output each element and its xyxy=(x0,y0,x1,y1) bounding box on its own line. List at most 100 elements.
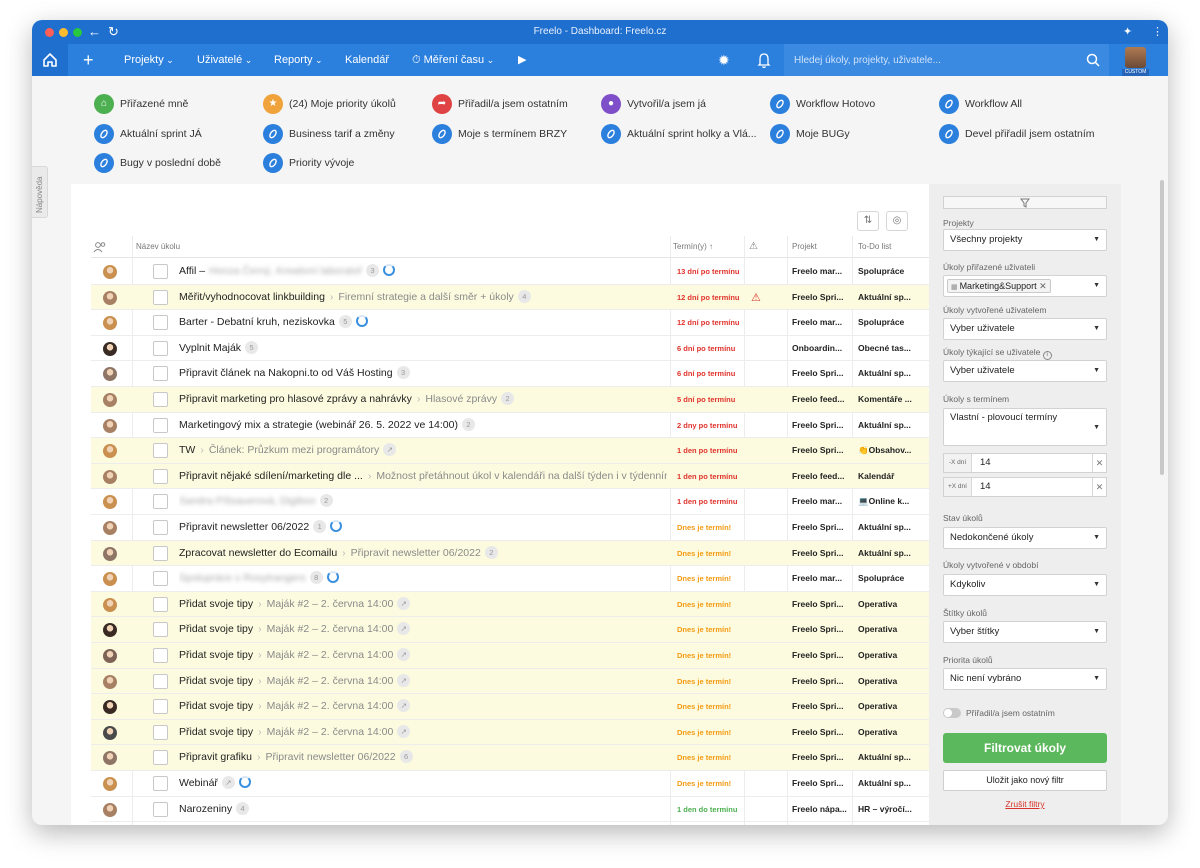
user-avatar[interactable] xyxy=(1125,47,1146,68)
project-link[interactable]: Freelo Spri... xyxy=(792,541,852,566)
task-row[interactable]: Připravit grafiku › Připravit newsletter 0… xyxy=(91,745,929,771)
assignee-avatar[interactable] xyxy=(103,393,117,407)
task-title[interactable]: TW xyxy=(179,444,195,456)
task-checkbox[interactable] xyxy=(153,571,168,587)
project-link[interactable]: Freelo feed... xyxy=(792,387,852,412)
task-row[interactable]: Vyplnit Maják 5 6 dní po termínu Onboardin.… xyxy=(91,336,929,362)
task-name-cell[interactable]: Zpracovat newsletter do Ecomailu › Připrav… xyxy=(179,541,667,566)
assignee-avatar[interactable] xyxy=(103,572,117,587)
clear-minus-days-icon[interactable]: ✕ xyxy=(1092,454,1106,472)
task-checkbox[interactable] xyxy=(153,315,168,331)
plus-days-value[interactable]: 14 xyxy=(980,478,991,496)
task-name-cell[interactable]: Přidat svoje tipy › Maják #2 – 2. června 1… xyxy=(179,669,667,694)
task-name-cell[interactable]: Vyplnit Maják 5 xyxy=(179,336,667,361)
notifications-button[interactable] xyxy=(757,44,771,76)
assignee-avatar[interactable] xyxy=(103,265,117,279)
nav-reports[interactable]: Reporty ⌄ xyxy=(274,44,323,76)
parent-task-label[interactable]: Připravit newsletter 06/2022 xyxy=(351,547,481,559)
task-checkbox[interactable] xyxy=(153,776,168,791)
project-link[interactable]: Freelo mar... xyxy=(792,489,852,514)
project-link[interactable]: Freelo Spri... xyxy=(792,285,852,310)
task-name-cell[interactable]: Spolupráce s Rosytrangers 8 xyxy=(179,566,667,591)
task-checkbox[interactable] xyxy=(153,289,168,305)
column-header-due[interactable]: Termín(y) ↑ xyxy=(673,236,713,258)
column-header-todo[interactable]: To-Do list xyxy=(858,236,891,258)
task-row[interactable]: Barter - Debatní kruh, neziskovka 5 12 dní… xyxy=(91,310,929,336)
extensions-icon[interactable]: ✦ xyxy=(1123,24,1132,40)
nav-calendar[interactable]: Kalendář xyxy=(345,44,389,76)
todo-list-link[interactable]: Aktuální sp... xyxy=(858,771,915,796)
related-user-select[interactable]: Vyber uživatele ▼ xyxy=(943,360,1107,382)
task-checkbox[interactable] xyxy=(153,520,168,535)
task-title[interactable]: Zpracovat newsletter do Ecomailu xyxy=(179,547,337,559)
task-row[interactable]: Narozeniny 4 1 den do termínu Freelo nápa..… xyxy=(91,797,929,823)
settings-button[interactable]: ✹ xyxy=(718,44,730,76)
open-link-icon[interactable]: ↗ xyxy=(383,443,397,457)
task-title[interactable]: Připravit nějaké sdílení/marketing dle .… xyxy=(179,470,363,482)
task-row[interactable]: Připravit marketing pro hlasové zprávy a… xyxy=(91,387,929,413)
assignee-avatar[interactable] xyxy=(103,290,117,305)
task-name-cell[interactable]: Přidat svoje tipy › Maják #2 – 2. června 1… xyxy=(179,694,667,719)
task-row[interactable]: Přidat svoje tipy › Maják #2 – 2. června 1… xyxy=(91,617,929,643)
task-name-cell[interactable]: Marketingový mix a strategie (webinář 26… xyxy=(179,413,667,438)
parent-task-label[interactable]: Článek: Průzkum mezi programátory xyxy=(209,444,379,456)
info-icon[interactable]: i xyxy=(1042,351,1052,360)
project-link[interactable]: Freelo nápa... xyxy=(792,797,852,822)
task-title[interactable]: Barter - Debatní kruh, neziskovka xyxy=(179,316,335,328)
assignee-avatar[interactable] xyxy=(103,367,117,382)
assigned-to-others-toggle[interactable] xyxy=(943,708,961,718)
task-row[interactable]: Přidat svoje tipy › Maják #2 – 2. června 1… xyxy=(91,719,929,746)
open-link-icon[interactable]: ↗ xyxy=(397,622,411,636)
projects-select[interactable]: Všechny projekty ▼ xyxy=(943,229,1107,251)
task-checkbox[interactable] xyxy=(153,443,168,459)
assignee-avatar[interactable] xyxy=(103,597,117,612)
task-checkbox[interactable] xyxy=(153,622,168,638)
assignee-avatar[interactable] xyxy=(103,444,117,459)
task-name-cell[interactable]: Připravit článek na Nakopni.to od Váš Ho… xyxy=(179,361,667,386)
assignee-avatar[interactable] xyxy=(103,623,117,638)
project-link[interactable]: Freelo feed... xyxy=(792,464,852,489)
task-name-cell[interactable]: Přidat svoje tipy › Maják #2 – 2. června 1… xyxy=(179,617,667,642)
assignee-avatar[interactable] xyxy=(103,418,117,433)
assigned-users-select[interactable]: ▦ Marketing&Support ✕ ▼ xyxy=(943,275,1107,297)
play-timer-button[interactable]: ▶ xyxy=(518,44,526,76)
minus-days-value[interactable]: 14 xyxy=(980,454,991,472)
task-checkbox[interactable] xyxy=(153,673,168,689)
task-title[interactable]: Přidat svoje tipy xyxy=(179,726,253,738)
view-settings-button[interactable]: ◎ xyxy=(886,211,908,231)
column-header-name[interactable]: Název úkolu xyxy=(136,236,180,258)
task-row[interactable]: Připravit newsletter 06/2022 1 Dnes je ter… xyxy=(91,515,929,541)
task-checkbox[interactable] xyxy=(153,545,168,561)
todo-list-link[interactable]: Spolupráce xyxy=(858,566,915,591)
task-row[interactable]: Affil – Honza Černý, Kreativní laboratoř 3… xyxy=(91,259,929,285)
sort-button[interactable]: ⇅ xyxy=(857,211,879,231)
task-checkbox[interactable] xyxy=(153,699,168,715)
assignee-avatar[interactable] xyxy=(103,777,117,791)
parent-task-label[interactable]: Maják #2 – 2. června 14:00 xyxy=(267,623,394,635)
nav-time-tracking[interactable]: ⏱ Měření času ⌄ xyxy=(412,44,494,76)
task-row[interactable]: Přidat svoje tipy › Maják #2 – 2. června 1… xyxy=(91,643,929,669)
task-checkbox[interactable] xyxy=(153,468,168,484)
assignee-avatar[interactable] xyxy=(103,802,117,817)
task-title[interactable]: Narozeniny xyxy=(179,803,232,815)
task-row[interactable]: TW › Článek: Průzkum mezi programátory ↗ 1 d… xyxy=(91,438,929,464)
todo-list-link[interactable]: 💻Online k... xyxy=(858,489,915,514)
project-link[interactable]: Onboardin... xyxy=(792,336,852,361)
task-row[interactable]: Měřit/vyhodnocovat linkbuilding › Firemní … xyxy=(91,284,929,311)
parent-task-label[interactable]: Maják #2 – 2. června 14:00 xyxy=(267,675,394,687)
task-title[interactable]: Připravit grafiku xyxy=(179,751,252,763)
todo-list-link[interactable]: HR – výročí... xyxy=(858,797,915,822)
todo-list-link[interactable]: Obecné tas... xyxy=(858,336,915,361)
task-title[interactable]: Přidat svoje tipy xyxy=(179,675,253,687)
task-checkbox[interactable] xyxy=(153,724,168,740)
task-title[interactable]: Přidat svoje tipy xyxy=(179,623,253,635)
task-row[interactable]: Přidat svoje tipy › Maják #2 – 2. června 1… xyxy=(91,591,929,618)
todo-list-link[interactable]: Operativa xyxy=(858,694,915,719)
task-title[interactable]: Přidat svoje tipy xyxy=(179,649,253,661)
task-checkbox[interactable] xyxy=(153,494,168,510)
task-checkbox[interactable] xyxy=(153,750,168,766)
column-header-project[interactable]: Projekt xyxy=(792,236,817,258)
parent-task-label[interactable]: Hlasové zprávy xyxy=(425,393,497,405)
task-row[interactable]: Připravit nějaké sdílení/marketing dle .… xyxy=(91,463,929,490)
task-title[interactable]: Přidat svoje tipy xyxy=(179,598,253,610)
